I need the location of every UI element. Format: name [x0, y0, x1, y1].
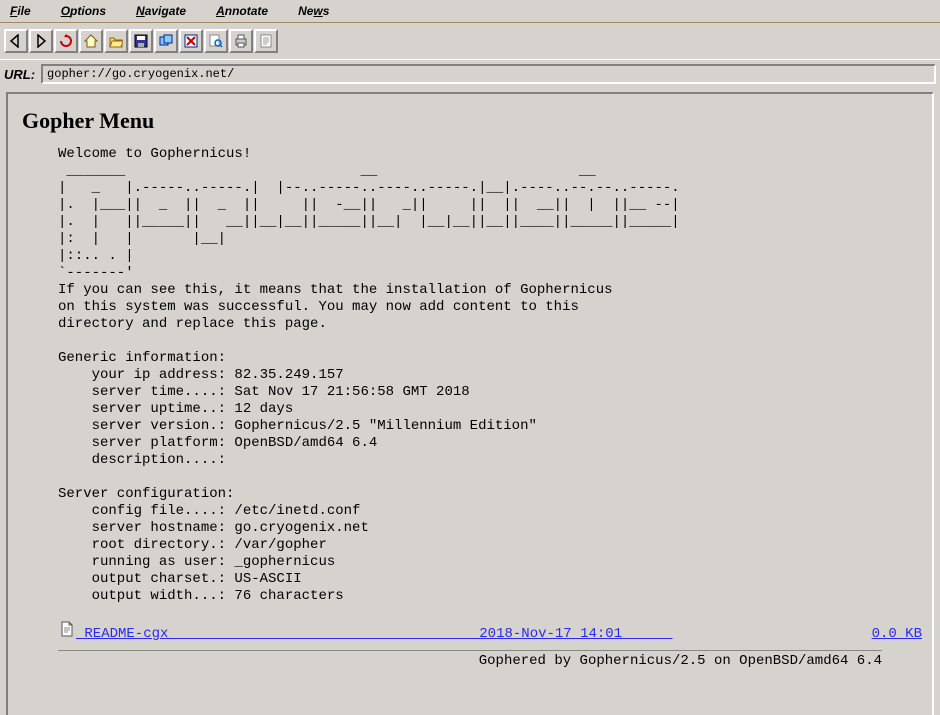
url-input[interactable] [41, 64, 936, 84]
url-row: URL: [0, 60, 940, 90]
close-button[interactable] [179, 29, 203, 53]
floppy-icon [134, 34, 148, 48]
find-icon [209, 34, 223, 48]
menu-navigate[interactable]: Navigate [132, 1, 190, 22]
save-button[interactable] [129, 29, 153, 53]
clone-button[interactable] [154, 29, 178, 53]
file-name: README-cgx [76, 626, 168, 642]
print-icon [234, 34, 248, 48]
gopher-body: Welcome to Gophernicus! _______ __ __ | … [58, 146, 922, 605]
file-date: 2018-Nov-17 14:01 [479, 626, 622, 642]
menu-options[interactable]: Options [57, 1, 110, 22]
toolbar [0, 23, 940, 60]
clone-window-icon [159, 34, 173, 48]
find-button[interactable] [204, 29, 228, 53]
editor-button[interactable] [254, 29, 278, 53]
home-icon [84, 34, 98, 48]
content-viewport: Gopher Menu Welcome to Gophernicus! ____… [6, 92, 934, 715]
home-button[interactable] [79, 29, 103, 53]
close-window-icon [184, 34, 198, 48]
file-fill-2 [622, 626, 871, 642]
footer-separator [58, 650, 882, 651]
back-button[interactable] [4, 29, 28, 53]
menu-file[interactable]: File [6, 1, 35, 22]
forward-button[interactable] [29, 29, 53, 53]
open-button[interactable] [104, 29, 128, 53]
document-icon [58, 621, 76, 637]
page-title: Gopher Menu [22, 108, 922, 134]
open-folder-icon [109, 34, 123, 48]
reload-icon [59, 34, 73, 48]
editor-icon [259, 34, 273, 48]
url-label: URL: [4, 67, 35, 82]
menu-annotate[interactable]: Annotate [212, 1, 272, 22]
file-size: 0.0 KB [872, 626, 922, 642]
file-entry[interactable]: README-cgx 2018-Nov-17 14:01 0.0 KB [58, 621, 922, 642]
back-icon [9, 34, 23, 48]
footer-text: Gophered by Gophernicus/2.5 on OpenBSD/a… [58, 653, 882, 669]
menu-news[interactable]: News [294, 1, 333, 22]
forward-icon [34, 34, 48, 48]
reload-button[interactable] [54, 29, 78, 53]
print-button[interactable] [229, 29, 253, 53]
file-fill [168, 626, 479, 642]
menubar: File Options Navigate Annotate News [0, 1, 940, 23]
